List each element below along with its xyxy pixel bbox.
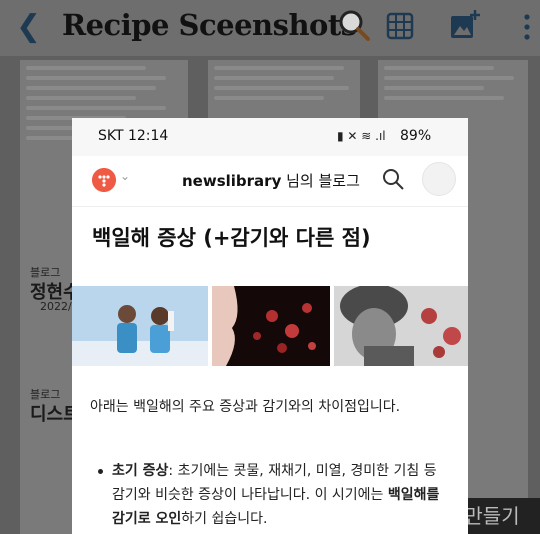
grid-icon[interactable] [386, 12, 414, 40]
app-bar: ❮ Recipe Sceenshots [0, 0, 540, 56]
status-time: SKT 12:14 [98, 128, 169, 144]
search-icon[interactable] [381, 167, 405, 191]
add-image-icon[interactable] [450, 10, 480, 40]
battery-level: 89% [400, 128, 432, 144]
cough-virus-image [212, 286, 330, 366]
more-vert-icon[interactable] [522, 12, 532, 42]
man-coughing-image [334, 286, 468, 366]
bullet-line-3: 감기로 오인하기 쉽습니다. [112, 511, 268, 527]
children-with-masks-image [72, 286, 208, 366]
screenshot-preview[interactable]: SKT 12:14 ▮ ✕ ≋ .ıl 89% ⌄ newslibrary 님의… [72, 118, 468, 534]
phone-status-bar: SKT 12:14 ▮ ✕ ≋ .ıl 89% [72, 118, 468, 156]
post-title: 백일해 증상 (+감기와 다른 점) [92, 226, 371, 250]
tistory-logo-icon[interactable] [92, 168, 116, 192]
bullet-dot [98, 469, 103, 474]
blog-name[interactable]: newslibrary 님의 블로그 [182, 170, 360, 191]
magnifier-icon[interactable] [338, 9, 370, 41]
chevron-down-icon[interactable]: ⌄ [120, 169, 130, 183]
post-image-strip [72, 286, 468, 366]
post-intro: 아래는 백일해의 주요 증상과 감기와의 차이점입니다. [90, 399, 401, 415]
back-arrow-icon[interactable]: ❮ [16, 10, 41, 44]
album-title: Recipe Sceenshots [62, 8, 357, 42]
avatar[interactable] [422, 162, 456, 196]
status-icons: ▮ ✕ ≋ .ıl [337, 129, 386, 143]
bullet-line-1: 초기 증상: 초기에는 콧물, 재채기, 미열, 경미한 기침 등 [112, 463, 437, 479]
blog-nav: ⌄ newslibrary 님의 블로그 [72, 156, 468, 207]
bullet-line-2: 감기와 비슷한 증상이 나타납니다. 이 시기에는 백일해를 [112, 487, 440, 503]
